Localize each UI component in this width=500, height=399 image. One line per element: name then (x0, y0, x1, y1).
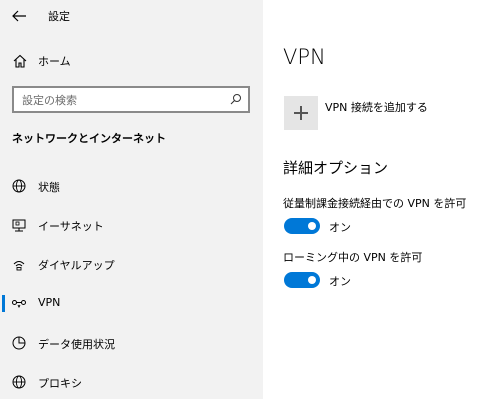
monitor-icon (12, 219, 26, 232)
nav-section-title: ネットワークとインターネット (12, 132, 166, 145)
search-placeholder: 設定の検索 (22, 94, 77, 107)
home-icon (13, 54, 27, 68)
active-indicator (2, 295, 5, 312)
app-title: 設定 (48, 10, 70, 23)
roaming-toggle[interactable] (284, 272, 320, 288)
roaming-option-label: ローミング中の VPN を許可 (283, 251, 423, 264)
add-vpn-button[interactable] (284, 96, 318, 130)
pie-chart-icon (12, 336, 26, 350)
search-input[interactable]: 設定の検索 (12, 86, 250, 113)
plus-icon-stroke (300, 106, 302, 120)
content-pane: VPN VPN 接続を追加する 詳細オプション 従量制課金接続経由での VPN … (263, 0, 500, 399)
sidebar-item-label: データ使用状況 (38, 338, 115, 351)
sidebar-item-status[interactable]: 状態 (0, 170, 263, 202)
metered-toggle-state: オン (329, 221, 351, 234)
sidebar-item-proxy[interactable]: プロキシ (0, 366, 263, 398)
sidebar-item-label: プロキシ (38, 377, 82, 390)
nav-home[interactable]: ホーム (0, 48, 263, 74)
sidebar-item-ethernet[interactable]: イーサネット (0, 209, 263, 241)
globe-icon (12, 375, 26, 389)
title-bar: 設定 (0, 0, 263, 32)
sidebar-item-vpn[interactable]: VPN (0, 287, 263, 319)
metered-toggle[interactable] (284, 218, 320, 234)
advanced-options-title: 詳細オプション (283, 159, 389, 177)
roaming-toggle-state: オン (329, 275, 351, 288)
search-icon (230, 94, 241, 105)
sidebar-item-label: イーサネット (38, 220, 104, 233)
back-arrow-icon[interactable] (10, 8, 28, 24)
add-vpn-label[interactable]: VPN 接続を追加する (325, 99, 428, 115)
toggle-knob (308, 276, 316, 284)
sidebar-item-label: VPN (38, 296, 61, 309)
globe-icon (12, 179, 26, 193)
vpn-icon (12, 300, 26, 309)
nav-pane: 設定 ホーム 設定の検索 ネットワークとインターネット 状態 イーサネット ダイ… (0, 0, 263, 399)
sidebar-item-dialup[interactable]: ダイヤルアップ (0, 248, 263, 280)
metered-option-label: 従量制課金接続経由での VPN を許可 (283, 197, 467, 210)
sidebar-item-data-usage[interactable]: データ使用状況 (0, 327, 263, 359)
sidebar-item-label: 状態 (38, 181, 60, 194)
dialup-icon (13, 261, 25, 271)
nav-home-label: ホーム (38, 55, 71, 68)
toggle-knob (308, 222, 316, 230)
sidebar-item-label: ダイヤルアップ (38, 259, 115, 272)
page-title: VPN (283, 45, 326, 69)
